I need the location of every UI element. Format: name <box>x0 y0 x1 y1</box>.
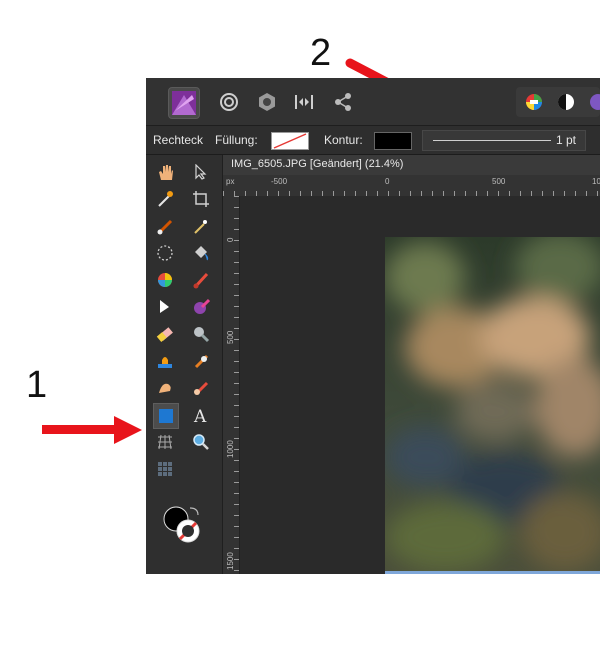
tone-mapping-persona-button[interactable] <box>289 87 319 117</box>
canvas-area[interactable] <box>240 196 600 574</box>
develop-persona-button[interactable] <box>252 87 282 117</box>
selection-brush-icon <box>157 219 173 235</box>
fill-label: Füllung: <box>215 133 258 147</box>
dodge-icon <box>194 327 210 343</box>
ruler-h-label: 10 <box>592 177 600 186</box>
rectangle-icon <box>159 409 173 423</box>
tool-name-label: Rechteck <box>153 133 204 147</box>
annotation-arrow-1 <box>42 416 142 444</box>
ruler-v-ticks <box>234 196 239 574</box>
ruler-unit: px <box>226 177 235 186</box>
erase-brush-tool[interactable] <box>154 323 176 345</box>
zoom-tool[interactable] <box>190 431 212 453</box>
annotation-number-1: 1 <box>26 364 48 406</box>
hand-icon <box>159 165 173 180</box>
view-tool[interactable] <box>154 161 176 183</box>
stamp-icon <box>158 357 172 368</box>
rectangle-tool[interactable] <box>153 403 179 429</box>
ruler-h-label: 500 <box>492 177 506 186</box>
stroke-width-slider[interactable]: 1 pt <box>422 130 586 151</box>
mesh-warp-tool[interactable] <box>154 431 176 453</box>
crop-icon <box>193 191 209 207</box>
document-image[interactable] <box>385 237 600 574</box>
fill-swatch[interactable] <box>271 132 309 150</box>
pipette-icon <box>158 191 173 207</box>
healing-brush-icon <box>194 354 209 369</box>
black-white-icon[interactable] <box>556 92 576 112</box>
blurred-photo <box>385 237 600 574</box>
selection-brush-tool[interactable] <box>154 215 176 237</box>
develop-icon <box>259 93 275 111</box>
paint-brush-tool[interactable] <box>190 269 212 291</box>
ruler-h-label: 0 <box>385 177 390 186</box>
color-picker-tool[interactable] <box>154 188 176 210</box>
fill-tool[interactable] <box>190 242 212 264</box>
pointer-icon <box>195 164 207 180</box>
tools-panel: A <box>146 155 223 574</box>
main-toolbar <box>146 78 600 126</box>
gradient-tool[interactable] <box>154 269 176 291</box>
clone-brush-tool[interactable] <box>154 350 176 372</box>
healing-brush-tool[interactable] <box>190 350 212 372</box>
text-icon: A <box>193 407 207 424</box>
grid-tool[interactable] <box>154 458 176 480</box>
node-tool[interactable] <box>154 296 176 318</box>
document-title: IMG_6505.JPG [Geändert] (21.4%) <box>231 158 404 170</box>
mesh-icon <box>158 434 172 450</box>
no-fill-icon <box>273 133 307 149</box>
artistic-text-tool[interactable]: A <box>190 404 212 426</box>
document-tab[interactable]: IMG_6505.JPG [Geändert] (21.4%) <box>223 155 600 175</box>
mixer-brush-icon <box>194 298 210 314</box>
crop-tool[interactable] <box>190 188 212 210</box>
liquify-persona-button[interactable] <box>214 87 244 117</box>
stroke-width-track <box>433 140 551 141</box>
tone-mapping-icon <box>295 95 313 109</box>
stroke-swatch[interactable] <box>374 132 412 150</box>
grid-icon <box>158 462 172 476</box>
move-tool[interactable] <box>190 161 212 183</box>
paint-bucket-icon <box>195 246 209 261</box>
smudge-tool[interactable] <box>154 377 176 399</box>
ruler-h-label: -500 <box>271 177 288 186</box>
export-persona-button[interactable] <box>328 87 358 117</box>
blemish-brush-icon <box>194 381 209 396</box>
color-swatches[interactable] <box>162 505 204 547</box>
magic-wand-icon <box>194 220 207 234</box>
paint-brush-icon <box>193 272 209 289</box>
marquee-tool[interactable] <box>154 242 176 264</box>
eraser-icon <box>156 327 173 342</box>
affinity-photo-logo-icon <box>172 91 196 115</box>
mixer-brush-tool[interactable] <box>190 296 212 318</box>
dodge-tool[interactable] <box>190 323 212 345</box>
hsl-icon[interactable] <box>588 92 600 112</box>
horizontal-ruler: px -500 0 500 10 <box>223 175 600 197</box>
vertical-ruler: 0 500 1000 1500 <box>223 196 240 574</box>
context-toolbar: Rechteck Füllung: Kontur: 1 pt <box>146 126 600 155</box>
photo-persona-button[interactable] <box>168 87 200 119</box>
ellipse-marquee-icon <box>157 245 173 261</box>
fill-stroke-swatch-icon <box>163 506 200 543</box>
blemish-removal-tool[interactable] <box>190 377 212 399</box>
share-icon <box>335 93 351 111</box>
adjustment-quick-buttons <box>516 87 600 117</box>
svg-text:A: A <box>193 407 207 424</box>
color-wheel-tool-icon <box>158 273 172 287</box>
flood-select-tool[interactable] <box>190 215 212 237</box>
stroke-width-value: 1 pt <box>556 133 577 147</box>
liquify-icon <box>220 93 238 111</box>
app-window: Rechteck Füllung: Kontur: 1 pt A IMG_650… <box>146 78 600 574</box>
magnifier-icon <box>193 434 209 450</box>
annotation-number-2: 2 <box>310 32 332 74</box>
color-wheel-icon[interactable] <box>524 92 544 112</box>
stroke-label: Kontur: <box>324 133 363 147</box>
node-pointer-icon <box>160 300 169 313</box>
finger-icon <box>159 383 171 393</box>
